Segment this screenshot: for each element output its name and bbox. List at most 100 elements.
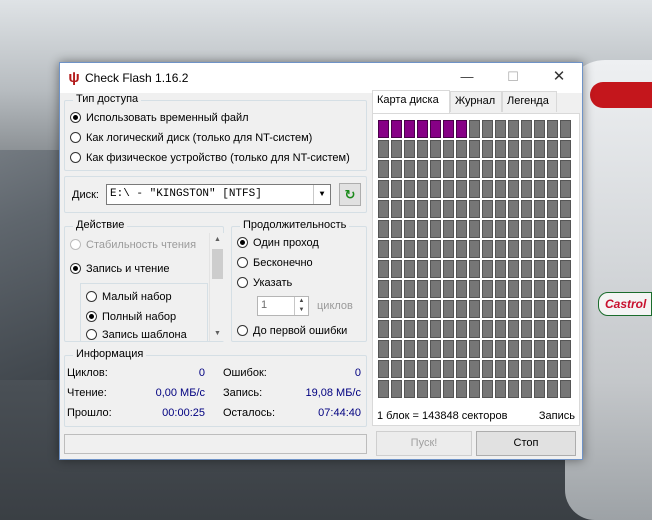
scroll-up-icon[interactable]: ▲ <box>210 233 225 247</box>
disk-map-block <box>378 300 389 318</box>
radio-one-pass[interactable]: Один проход <box>237 235 319 251</box>
title-bar[interactable]: ψ Check Flash 1.16.2 — ☐ ✕ <box>60 63 582 93</box>
disk-map-block <box>417 200 428 218</box>
chevron-down-icon[interactable]: ▼ <box>313 185 330 204</box>
disk-map-block <box>430 140 441 158</box>
radio-physical-device[interactable]: Как физическое устройство (только для NT… <box>70 150 350 166</box>
radio-full-set[interactable]: Полный набор <box>86 309 176 325</box>
radio-pattern-write[interactable]: Запись шаблона <box>86 329 187 341</box>
disk-map-block <box>482 320 493 338</box>
disk-map-block <box>456 220 467 238</box>
tab-legend[interactable]: Легенда <box>502 91 557 112</box>
disk-map-block <box>521 120 532 138</box>
disk-map-block <box>378 220 389 238</box>
disk-map-block <box>404 240 415 258</box>
minimize-button[interactable]: — <box>444 63 490 93</box>
radio-write-read[interactable]: Запись и чтение <box>70 261 169 277</box>
disk-map-block <box>482 140 493 158</box>
disk-map-block <box>417 120 428 138</box>
disk-map-block <box>469 140 480 158</box>
window-title: Check Flash 1.16.2 <box>85 71 189 85</box>
disk-map-block <box>547 360 558 378</box>
disk-map-block <box>443 380 454 398</box>
disk-map-block <box>456 140 467 158</box>
disk-map-block <box>378 260 389 278</box>
maximize-button[interactable]: ☐ <box>490 63 536 93</box>
scrollbar-thumb[interactable] <box>212 249 223 279</box>
disk-map-block <box>521 140 532 158</box>
action-suboptions: Малый набор Полный набор Запись шаблона <box>80 283 208 341</box>
disk-map-block <box>430 360 441 378</box>
tab-disk-map[interactable]: Карта диска <box>372 90 450 113</box>
disk-map-block <box>482 340 493 358</box>
info-cycles-value: 0 <box>198 367 205 379</box>
disk-map-block <box>534 280 545 298</box>
disk-map-block <box>560 360 571 378</box>
disk-map-block <box>378 380 389 398</box>
disk-map-block <box>547 380 558 398</box>
disk-map-block <box>443 300 454 318</box>
disk-map-block <box>560 260 571 278</box>
disk-map-block <box>456 360 467 378</box>
disk-map-block <box>443 240 454 258</box>
progress-bar <box>64 434 367 454</box>
disk-select[interactable]: E:\ - "KINGSTON" [NTFS] ▼ <box>106 184 331 205</box>
disk-map-block <box>430 380 441 398</box>
check-flash-logo-icon: ψ <box>68 69 80 86</box>
radio-label: Как физическое устройство (только для NT… <box>86 152 350 164</box>
disk-map-block <box>443 320 454 338</box>
disk-map-block <box>430 260 441 278</box>
radio-temp-file[interactable]: Использовать временный файл <box>70 110 249 126</box>
disk-map-block <box>417 180 428 198</box>
radio-dot <box>237 257 248 268</box>
disk-map-block <box>482 280 493 298</box>
action-scrollbar[interactable]: ▲ ▼ <box>209 233 224 341</box>
refresh-button[interactable]: ↻ <box>339 183 361 206</box>
disk-map-block <box>404 220 415 238</box>
info-read-value: 0,00 МБ/с <box>155 387 205 399</box>
disk-map-block <box>404 140 415 158</box>
disk-map-block <box>547 120 558 138</box>
stepper-down-icon[interactable]: ▼ <box>294 306 308 315</box>
disk-map-block <box>417 380 428 398</box>
radio-dot <box>70 263 81 274</box>
disk-map-block <box>508 380 519 398</box>
disk-map-block <box>495 240 506 258</box>
disk-map-block <box>391 300 402 318</box>
info-read-label: Чтение: <box>67 387 107 399</box>
disk-map-block <box>547 300 558 318</box>
radio-dot <box>70 152 81 163</box>
disk-map-block <box>560 240 571 258</box>
disk-map-block <box>378 360 389 378</box>
radio-label: Полный набор <box>102 311 177 323</box>
radio-until-error[interactable]: До первой ошибки <box>237 323 347 339</box>
radio-small-set[interactable]: Малый набор <box>86 289 172 305</box>
radio-specify[interactable]: Указать <box>237 275 292 291</box>
disk-map-block <box>482 380 493 398</box>
info-cycles-label: Циклов: <box>67 367 108 379</box>
cycles-stepper[interactable]: 1 ▲ ▼ <box>257 296 309 316</box>
disk-map-block <box>482 200 493 218</box>
disk-map-block <box>456 180 467 198</box>
disk-map-block <box>495 320 506 338</box>
start-button[interactable]: Пуск! <box>376 431 472 456</box>
disk-map-block <box>456 380 467 398</box>
close-button[interactable]: ✕ <box>536 63 582 93</box>
disk-map-block <box>547 160 558 178</box>
scroll-down-icon[interactable]: ▼ <box>210 327 225 341</box>
radio-read-stability[interactable]: Стабильность чтения <box>70 237 196 253</box>
tab-log[interactable]: Журнал <box>450 91 502 112</box>
radio-dot <box>237 277 248 288</box>
disk-map-block <box>508 360 519 378</box>
disk-map-block <box>534 180 545 198</box>
disk-map-block <box>547 340 558 358</box>
access-type-group: Тип доступа Использовать временный файл … <box>64 93 367 171</box>
disk-map-block <box>456 300 467 318</box>
stepper-up-icon[interactable]: ▲ <box>294 297 308 306</box>
disk-map-block <box>417 160 428 178</box>
disk-map-block <box>404 380 415 398</box>
stop-button[interactable]: Стоп <box>476 431 576 456</box>
minimize-icon: — <box>460 69 474 84</box>
radio-infinite[interactable]: Бесконечно <box>237 255 313 271</box>
radio-logical-disk[interactable]: Как логический диск (только для NT-систе… <box>70 130 312 146</box>
